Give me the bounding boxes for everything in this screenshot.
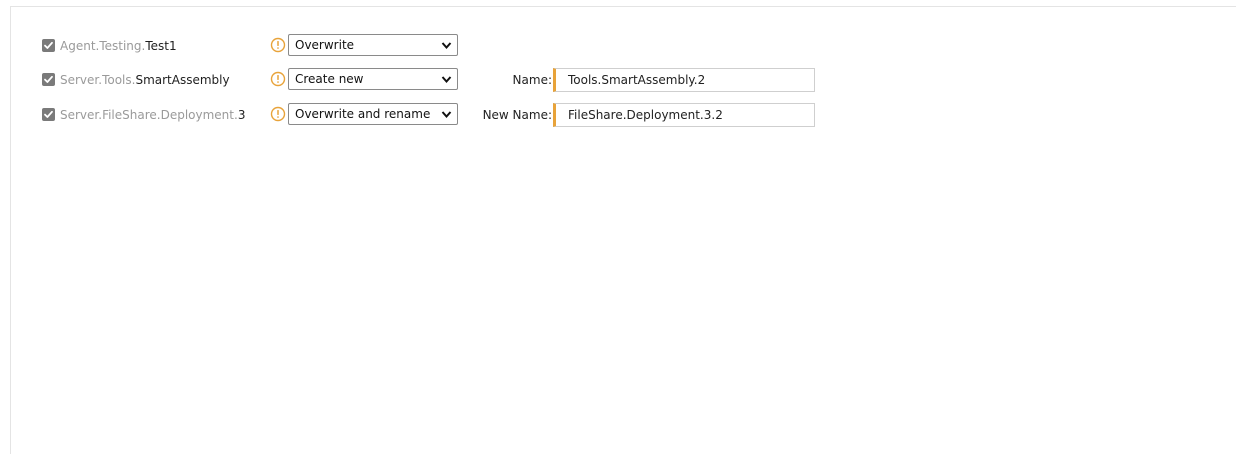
name-label: Name: xyxy=(512,73,552,87)
conflict-action-select[interactable]: Create new xyxy=(288,68,458,90)
chevron-down-icon xyxy=(441,111,452,119)
item-name-leaf: Test1 xyxy=(145,39,177,53)
item-name-prefix: Agent.Testing. xyxy=(60,39,146,53)
item-name: Agent.Testing.Test1 xyxy=(60,38,177,54)
name-input[interactable]: Tools.SmartAssembly.2 xyxy=(553,68,815,92)
check-icon xyxy=(44,41,53,49)
warning-circle-icon xyxy=(270,37,286,53)
conflict-row: Server.Tools.SmartAssembly Create new Na… xyxy=(42,68,842,92)
chevron-down-icon xyxy=(441,76,452,84)
item-name-leaf: SmartAssembly xyxy=(135,73,230,87)
check-icon xyxy=(44,75,53,83)
conflict-action-value: Overwrite and rename xyxy=(295,107,431,121)
include-checkbox[interactable] xyxy=(42,108,55,121)
item-name: Server.Tools.SmartAssembly xyxy=(60,72,230,88)
warning-circle-icon xyxy=(270,71,286,87)
chevron-down-icon xyxy=(441,42,452,50)
include-checkbox[interactable] xyxy=(42,73,55,86)
name-input-value: Tools.SmartAssembly.2 xyxy=(568,73,706,87)
item-name-leaf: 3 xyxy=(237,108,246,122)
warning-circle-icon xyxy=(270,106,286,122)
new-name-label: New Name: xyxy=(482,108,552,122)
include-checkbox[interactable] xyxy=(42,39,55,52)
new-name-input-value: FileShare.Deployment.3.2 xyxy=(568,108,723,122)
item-name-prefix: Server.Tools. xyxy=(60,73,136,87)
conflict-row: Server.FileShare.Deployment.3 Overwrite … xyxy=(42,103,842,127)
check-icon xyxy=(44,110,53,118)
item-name-prefix: Server.FileShare.Deployment. xyxy=(60,108,238,122)
conflict-action-select[interactable]: Overwrite xyxy=(288,34,458,56)
conflict-action-select[interactable]: Overwrite and rename xyxy=(288,103,458,125)
item-name: Server.FileShare.Deployment.3 xyxy=(60,107,245,123)
new-name-input[interactable]: FileShare.Deployment.3.2 xyxy=(553,103,815,127)
conflict-action-value: Overwrite xyxy=(295,38,355,52)
conflict-action-value: Create new xyxy=(295,72,364,86)
import-conflicts-panel: Agent.Testing.Test1 Overwrite Server.Too… xyxy=(10,6,1236,454)
conflict-row: Agent.Testing.Test1 Overwrite xyxy=(42,34,842,58)
